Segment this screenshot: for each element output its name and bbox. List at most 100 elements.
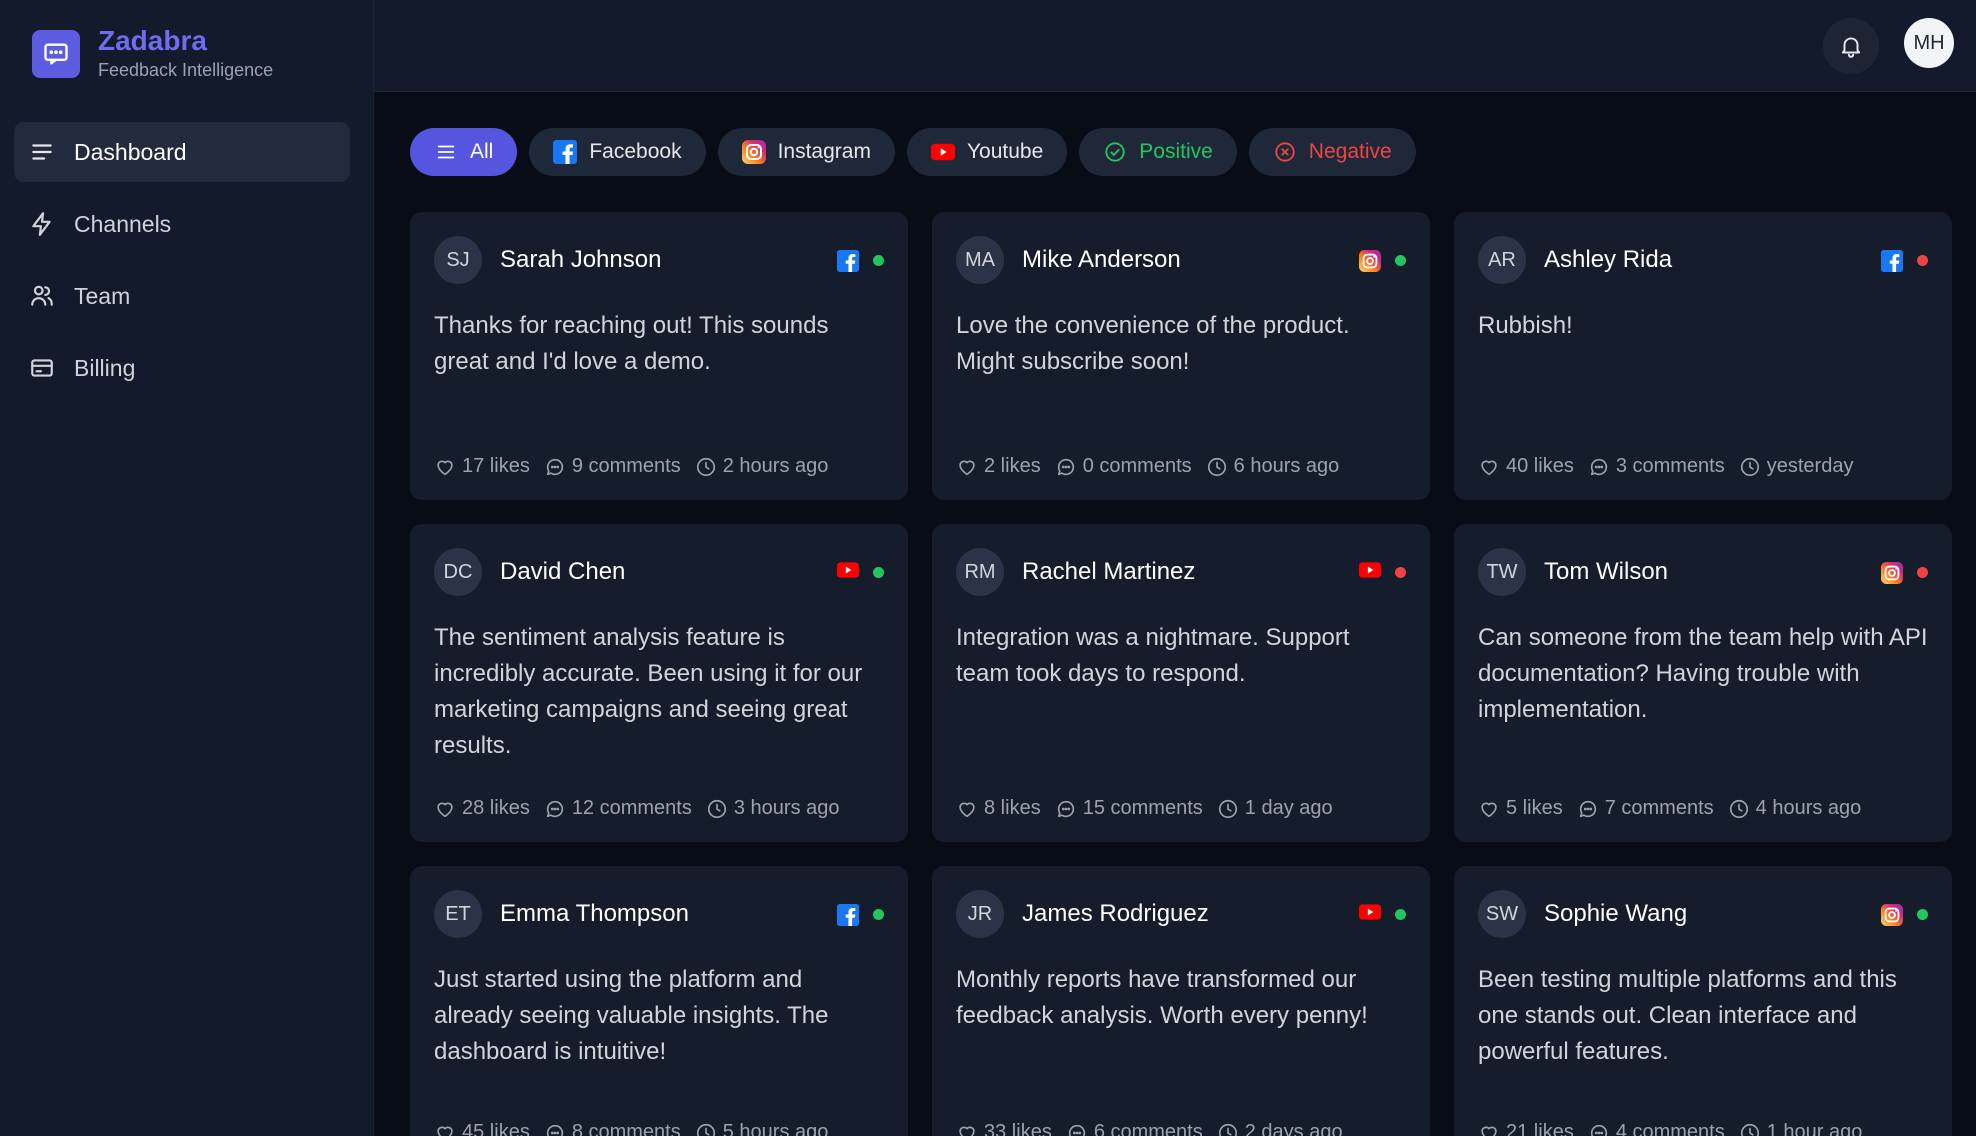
feedback-card[interactable]: DC David Chen The sentiment analysis featu… [410,524,908,842]
filter-positive[interactable]: Positive [1079,128,1237,176]
likes-count[interactable]: 17 likes [434,455,530,478]
sidebar-item-billing[interactable]: Billing [14,338,350,398]
sidebar-item-label: Channels [74,210,172,237]
chat-logo-icon [32,29,80,78]
top-header: MH [374,0,1976,92]
comment-icon [1588,1122,1616,1136]
clock-icon [695,1122,723,1136]
feedback-card[interactable]: JR James Rodriguez Monthly reports have tr… [932,866,1430,1136]
feedback-text: Rubbish! [1478,312,1573,339]
feedback-card[interactable]: RM Rachel Martinez Integration was a night… [932,524,1430,842]
likes-count[interactable]: 40 likes [1478,455,1574,478]
sidebar-item-label: Dashboard [74,138,187,165]
likes-count[interactable]: 2 likes [956,455,1041,478]
likes-count[interactable]: 8 likes [956,797,1041,820]
avatar: ET [434,890,482,938]
sentiment-positive-dot [873,254,884,266]
likes-count[interactable]: 28 likes [434,797,530,820]
filter-all[interactable]: All [410,128,518,176]
filter-label: Facebook [589,140,682,163]
comment-icon [1055,456,1083,478]
author-name[interactable]: Sophie Wang [1544,900,1687,928]
brand-name: Zadabra [98,25,207,56]
avatar: DC [434,548,482,596]
filter-youtube[interactable]: Youtube [906,128,1068,176]
heart-icon [434,1122,462,1136]
timestamp: 6 hours ago [1206,455,1340,478]
comment-icon [1577,798,1605,820]
likes-label: 40 likes [1506,455,1574,477]
feedback-card[interactable]: SJ Sarah Johnson Thanks for reaching out! … [410,212,908,500]
author-name[interactable]: Ashley Rida [1544,246,1672,274]
comment-icon [1066,1122,1094,1136]
comments-label: 9 comments [571,455,681,477]
brand[interactable]: Zadabra Feedback Intelligence [32,26,273,81]
feedback-card[interactable]: TW Tom Wilson Can someone from the team he… [1454,524,1952,842]
comments-count[interactable]: 9 comments [544,455,681,478]
lightning-icon [28,210,56,238]
bell-icon [1838,33,1864,59]
clock-icon [1728,798,1756,820]
avatar: AR [1478,236,1526,284]
author-name[interactable]: Emma Thompson [500,900,689,928]
instagram-icon [1359,249,1381,272]
comments-label: 3 comments [1615,455,1725,477]
notifications-button[interactable] [1823,18,1879,74]
likes-count[interactable]: 33 likes [956,1121,1052,1136]
filter-bar: All Facebook Instagram Youtube Positive … [410,128,1416,176]
clock-icon [1217,1122,1245,1136]
avatar: RM [956,548,1004,596]
author-name[interactable]: Mike Anderson [1022,246,1181,274]
youtube-icon [1359,561,1381,583]
comments-count[interactable]: 4 comments [1588,1121,1725,1136]
sidebar-item-team[interactable]: Team [14,266,350,326]
author-name[interactable]: Sarah Johnson [500,246,661,274]
comments-count[interactable]: 15 comments [1055,797,1203,820]
sentiment-negative-dot [1917,566,1928,578]
sentiment-positive-dot [873,908,884,920]
comments-label: 7 comments [1604,797,1714,819]
likes-label: 33 likes [984,1121,1052,1136]
comments-count[interactable]: 8 comments [544,1121,681,1136]
filter-label: Youtube [966,140,1044,163]
time-label: 3 hours ago [733,797,840,819]
likes-label: 2 likes [984,455,1041,477]
heart-icon [956,456,984,478]
user-avatar[interactable]: MH [1904,18,1954,68]
author-name[interactable]: Tom Wilson [1544,558,1668,586]
comment-icon [1588,456,1616,478]
sentiment-negative-dot [1395,566,1406,578]
filter-instagram[interactable]: Instagram [717,128,895,176]
author-name[interactable]: James Rodriguez [1022,900,1209,928]
comments-count[interactable]: 7 comments [1577,797,1714,820]
feedback-text: Been testing multiple platforms and this… [1478,966,1897,1065]
time-label: 5 hours ago [722,1121,829,1136]
author-name[interactable]: Rachel Martinez [1022,558,1195,586]
likes-label: 8 likes [984,797,1041,819]
sidebar-item-label: Team [74,282,131,309]
likes-count[interactable]: 5 likes [1478,797,1563,820]
timestamp: 5 hours ago [695,1121,829,1136]
comments-count[interactable]: 0 comments [1055,455,1192,478]
author-name[interactable]: David Chen [500,558,625,586]
likes-count[interactable]: 21 likes [1478,1121,1574,1136]
likes-count[interactable]: 45 likes [434,1121,530,1136]
comments-count[interactable]: 3 comments [1588,455,1725,478]
feedback-card[interactable]: SW Sophie Wang Been testing multiple platf… [1454,866,1952,1136]
comments-count[interactable]: 12 comments [544,797,692,820]
time-label: 4 hours ago [1755,797,1862,819]
comments-count[interactable]: 6 comments [1066,1121,1203,1136]
sentiment-positive-dot [873,566,884,578]
clock-icon [1739,456,1767,478]
comments-label: 12 comments [571,797,692,819]
filter-facebook[interactable]: Facebook [529,128,706,176]
feedback-card[interactable]: MA Mike Anderson Love the convenience of t… [932,212,1430,500]
clock-icon [1206,456,1234,478]
feedback-card[interactable]: AR Ashley Rida Rubbish! 40 likes 3 comments y… [1454,212,1952,500]
filter-negative[interactable]: Negative [1248,128,1416,176]
sidebar-item-channels[interactable]: Channels [14,194,350,254]
menu-icon [434,140,458,164]
sidebar-item-dashboard[interactable]: Dashboard [14,122,350,182]
feedback-card[interactable]: ET Emma Thompson Just started using the pl… [410,866,908,1136]
time-label: 6 hours ago [1233,455,1340,477]
